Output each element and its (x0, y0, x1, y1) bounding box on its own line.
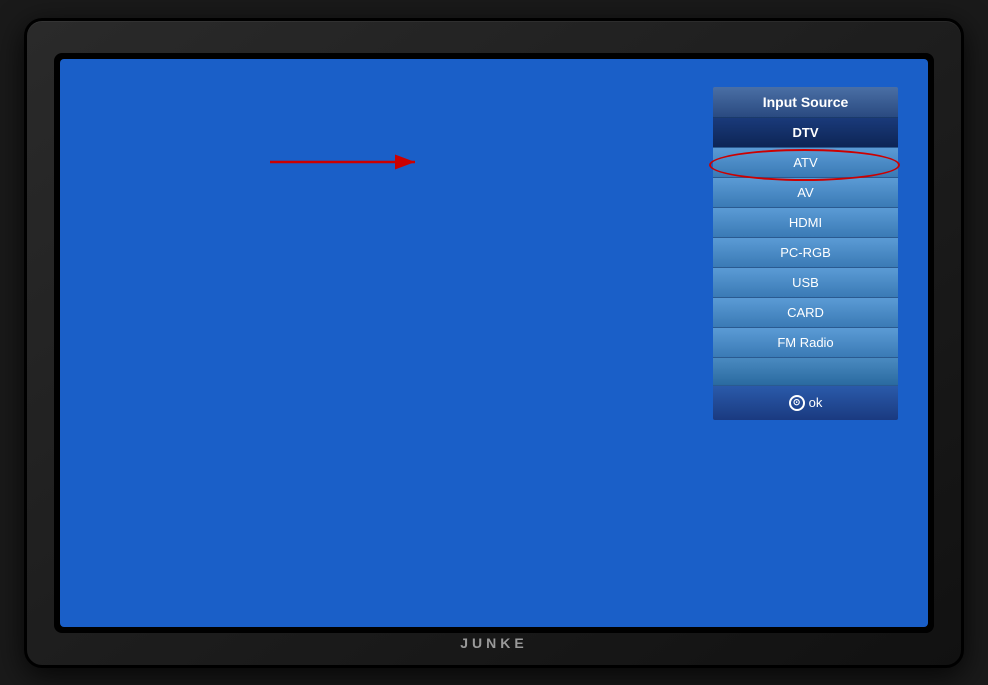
tv-monitor: IR Input Source DTV ATV AV HDMI PC-RGB U… (24, 18, 964, 668)
menu-item-fm-radio[interactable]: FM Radio (713, 328, 898, 358)
menu-item-av[interactable]: AV (713, 178, 898, 208)
tv-screen: IR Input Source DTV ATV AV HDMI PC-RGB U… (60, 59, 928, 627)
menu-ok-button[interactable]: ⊙ ok (713, 386, 898, 420)
menu-item-empty (713, 358, 898, 386)
screen-bezel: IR Input Source DTV ATV AV HDMI PC-RGB U… (54, 53, 934, 633)
ok-label: ok (809, 395, 823, 410)
menu-item-card[interactable]: CARD (713, 298, 898, 328)
menu-item-usb[interactable]: USB (713, 268, 898, 298)
arrow-annotation (260, 137, 460, 187)
menu-item-hdmi[interactable]: HDMI (713, 208, 898, 238)
menu-item-dtv[interactable]: DTV (713, 118, 898, 148)
menu-item-atv[interactable]: ATV (713, 148, 898, 178)
menu-title: Input Source (713, 87, 898, 118)
ok-circle-icon: ⊙ (789, 395, 805, 411)
menu-items-list: DTV ATV AV HDMI PC-RGB USB CARD FM Radio (713, 118, 898, 386)
brand-label: JUNKE (460, 635, 527, 651)
input-source-menu: Input Source DTV ATV AV HDMI PC-RGB USB … (713, 87, 898, 420)
menu-item-pc-rgb[interactable]: PC-RGB (713, 238, 898, 268)
